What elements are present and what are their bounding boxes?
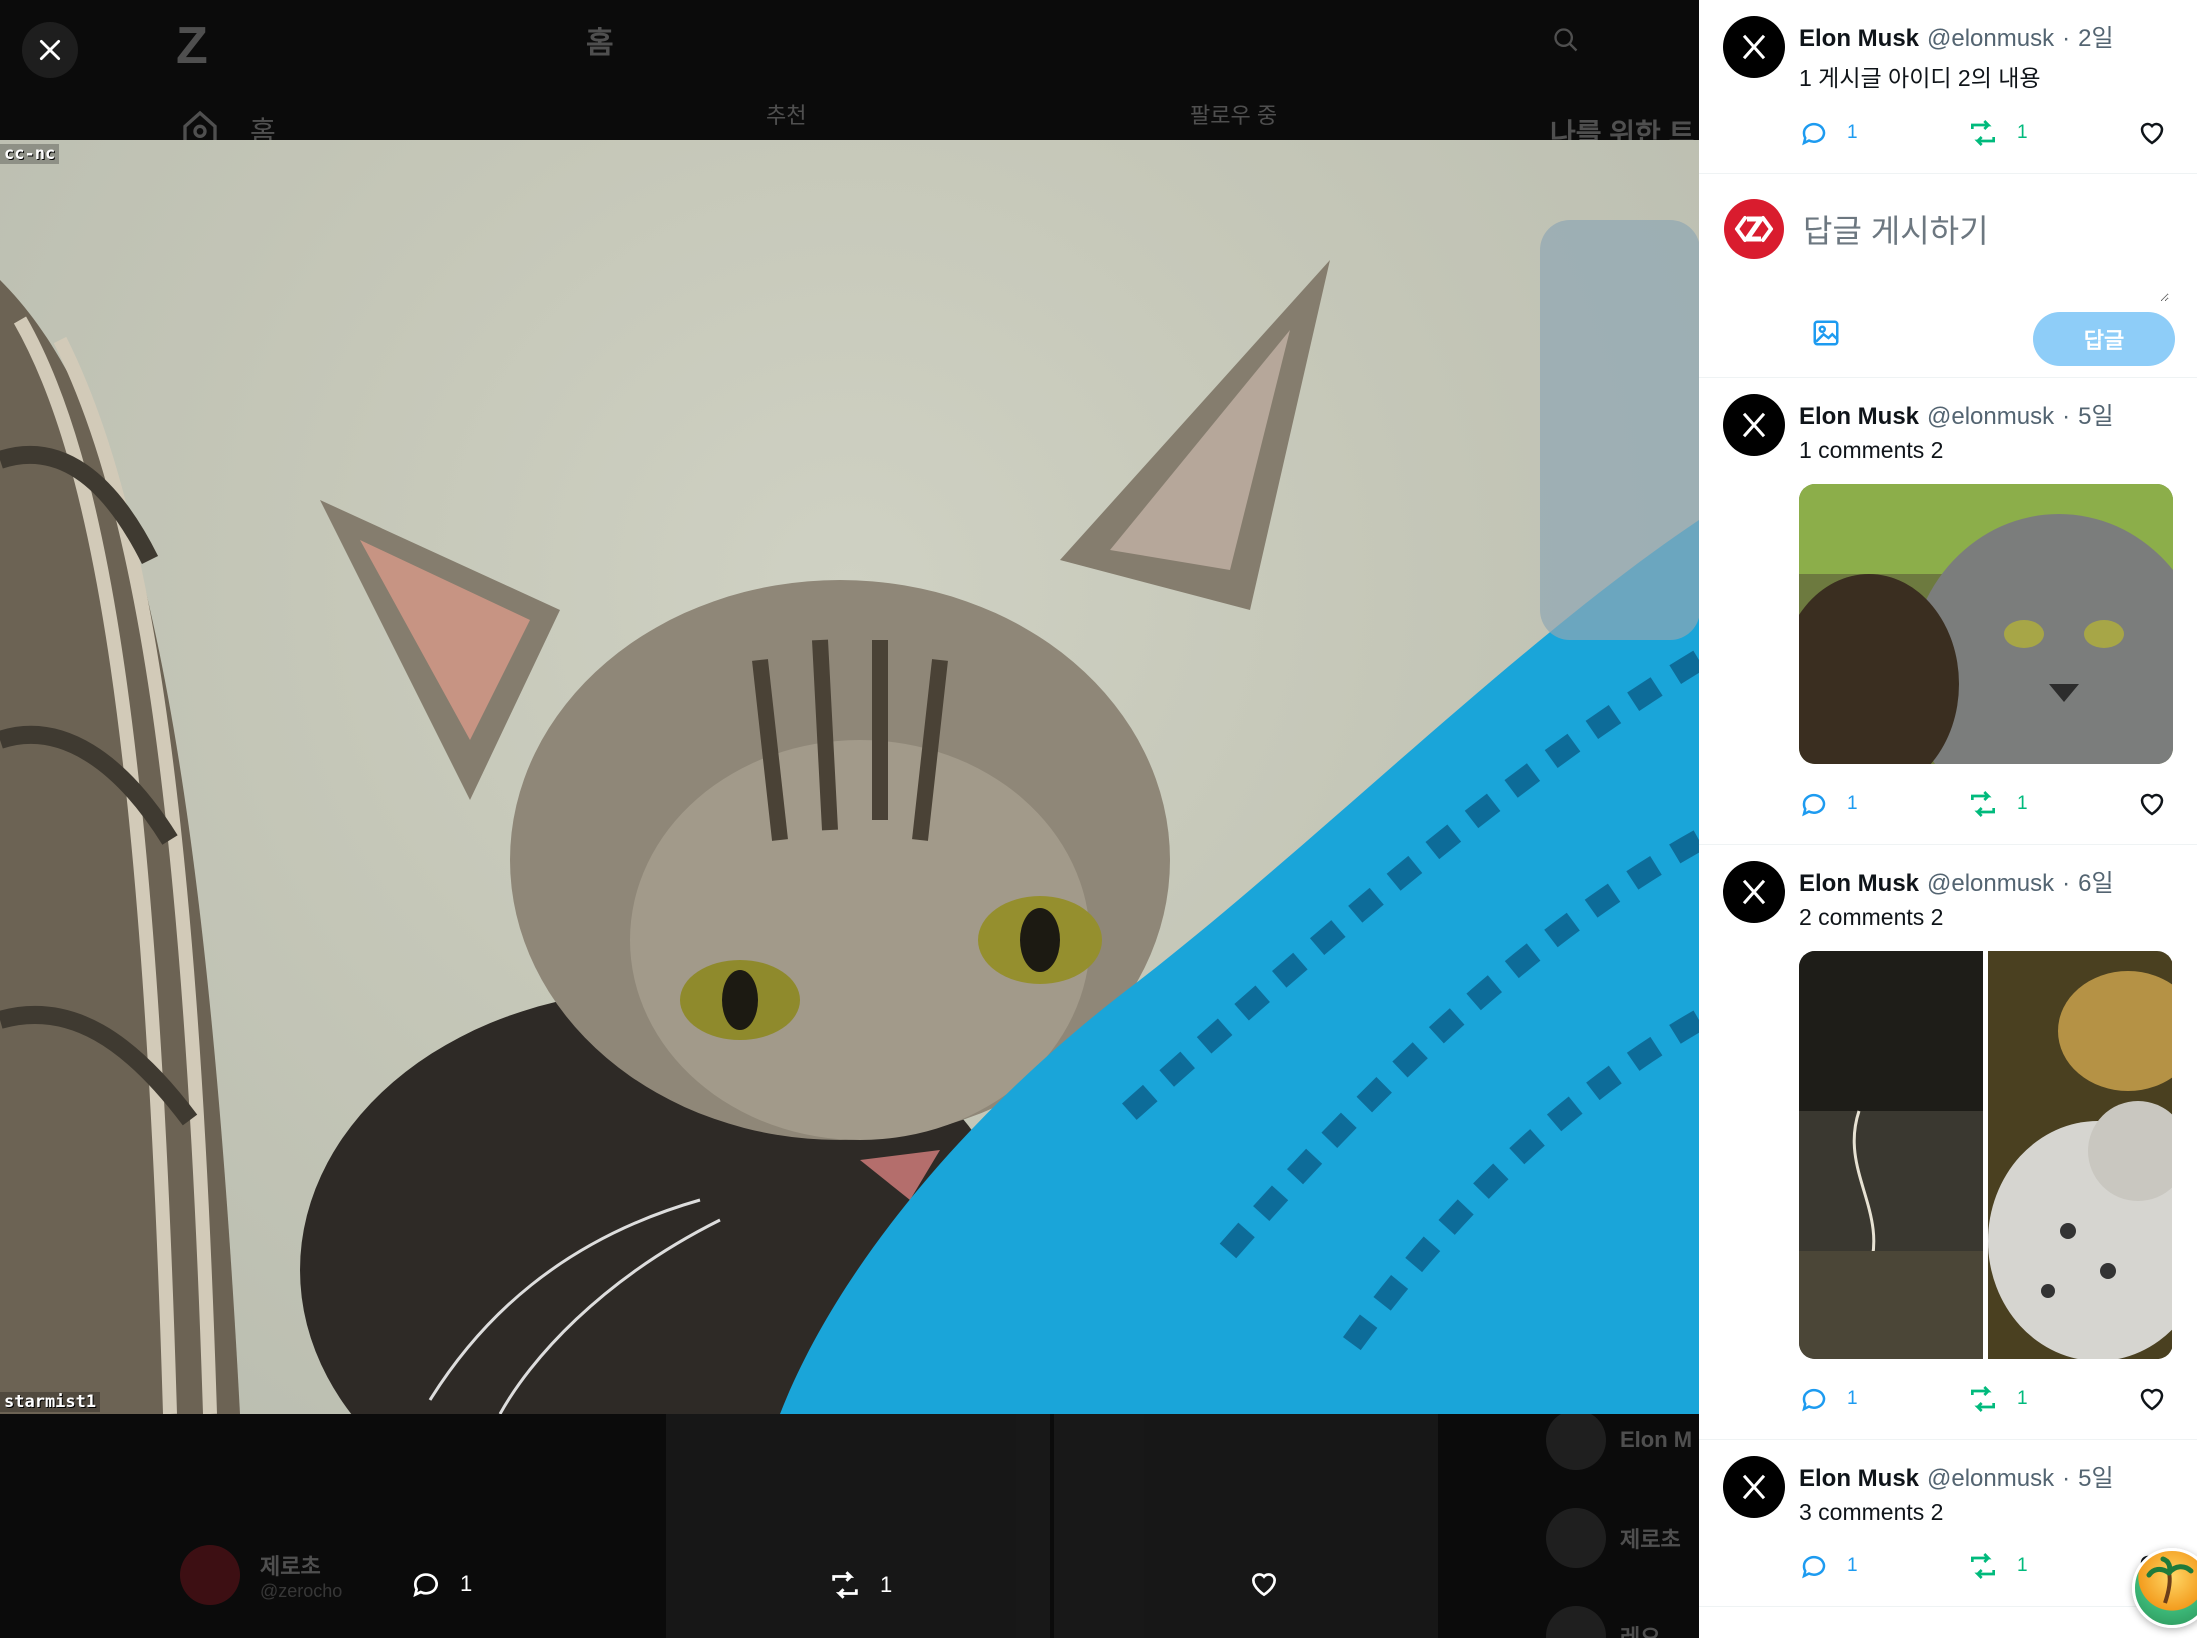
post-time[interactable]: 5일 — [2078, 1458, 2113, 1493]
comment-count: 1 — [1847, 1388, 1858, 1409]
post-time[interactable]: 6일 — [2078, 863, 2113, 898]
post-time[interactable]: 5일 — [2078, 396, 2113, 431]
post-content: 1 comments 2 — [1799, 437, 1944, 463]
repost-count: 1 — [2017, 793, 2028, 814]
x-logo-icon — [1742, 412, 1766, 438]
reply-composer: 답글 — [1699, 0, 2197, 378]
comment-icon — [1802, 1388, 1826, 1412]
like-button[interactable] — [2137, 1384, 2167, 1414]
post-detail-panel: Elon Musk @elonmusk · 2일 1 게시글 아이디 2의 내용… — [1699, 0, 2197, 1638]
author-name[interactable]: Elon Musk — [1799, 870, 1919, 898]
viewer-repost-button[interactable]: 1 — [828, 1568, 892, 1602]
heart-icon — [1251, 1573, 1277, 1597]
viewer-like-button[interactable] — [1248, 1568, 1280, 1600]
comment-count: 1 — [1847, 1555, 1858, 1576]
post-image[interactable] — [1799, 951, 1985, 1359]
author-name[interactable]: Elon Musk — [1799, 1465, 1919, 1493]
watermark-license: cc-nc — [0, 144, 60, 164]
comment-button[interactable]: 1 — [1799, 1384, 1858, 1414]
bg-side-user: Elon M — [1620, 1427, 1693, 1452]
viewer-comment-button[interactable]: 1 — [410, 1568, 472, 1600]
x-logo-icon — [1742, 879, 1766, 905]
repost-icon — [1971, 1386, 1995, 1412]
post-content: 3 comments 2 — [1799, 1499, 1944, 1525]
watermark-author: starmist1 — [0, 1392, 101, 1412]
repost-icon — [1971, 1553, 1995, 1579]
author-handle[interactable]: @elonmusk — [1927, 870, 2054, 898]
heart-icon — [2140, 793, 2164, 816]
like-button[interactable] — [2137, 789, 2167, 819]
reply-button[interactable]: 답글 — [2033, 312, 2175, 366]
comment-icon — [413, 1573, 438, 1598]
repost-icon — [832, 1571, 858, 1599]
post-content: 2 comments 2 — [1799, 904, 1944, 930]
add-image-button[interactable] — [1811, 318, 1841, 353]
separator: · — [2062, 870, 2071, 897]
avatar[interactable] — [1723, 198, 1785, 260]
heart-icon — [2140, 1388, 2164, 1411]
comment-icon — [1802, 793, 1826, 817]
post-image[interactable] — [1987, 951, 2173, 1359]
tab-following: 팔로우 중 — [1190, 103, 1278, 128]
x-logo-icon — [1742, 1474, 1766, 1500]
app-logo: Z — [176, 17, 208, 75]
island-icon — [2146, 1556, 2194, 1604]
viewer-repost-count: 1 — [880, 1572, 893, 1597]
author-handle[interactable]: @elonmusk — [1927, 403, 2054, 431]
x-logo-avatar[interactable] — [1723, 394, 1785, 456]
photo-viewer-image: cc-nc starmist1 — [0, 140, 1699, 1414]
repost-button[interactable]: 1 — [1967, 788, 2028, 820]
author-name[interactable]: Elon Musk — [1799, 403, 1919, 431]
zerocho-logo-icon — [1724, 199, 1784, 259]
author-handle[interactable]: @elonmusk — [1927, 1465, 2054, 1493]
comment-post[interactable]: Elon Musk @elonmusk · 5일 1 comments 2 1 … — [1699, 378, 2197, 845]
close-button[interactable] — [22, 22, 78, 78]
repost-icon — [1971, 791, 1995, 817]
post-image-grid — [1799, 951, 2173, 1359]
bg-side-user: 제로초 — [1620, 1527, 1681, 1552]
page-title: 홈 — [586, 27, 614, 60]
post-image[interactable] — [1799, 484, 2173, 764]
comment-button[interactable]: 1 — [1799, 1551, 1858, 1581]
comment-button[interactable]: 1 — [1799, 789, 1858, 819]
repost-count: 1 — [2017, 1388, 2028, 1409]
comment-count: 1 — [1847, 793, 1858, 814]
search-icon — [1552, 26, 1580, 59]
reply-input[interactable] — [1803, 206, 2169, 302]
comment-icon — [1802, 1555, 1826, 1579]
floating-app-button[interactable] — [2132, 1548, 2197, 1628]
separator: · — [2062, 403, 2071, 430]
image-icon — [1813, 320, 1839, 346]
x-logo-avatar[interactable] — [1723, 861, 1785, 923]
repost-button[interactable]: 1 — [1967, 1383, 2028, 1415]
tab-recommended: 추천 — [766, 103, 807, 128]
x-logo-avatar[interactable] — [1723, 1456, 1785, 1518]
repost-count: 1 — [2017, 1555, 2028, 1576]
close-icon — [39, 39, 61, 61]
viewer-comment-count: 1 — [460, 1571, 473, 1596]
comment-post[interactable]: Elon Musk @elonmusk · 6일 2 comments 2 1 … — [1699, 845, 2197, 1440]
viewer-action-bar: 1 1 — [0, 1568, 1699, 1628]
comment-post[interactable]: Elon Musk @elonmusk · 5일 3 comments 2 1 … — [1699, 1440, 2197, 1607]
repost-button[interactable]: 1 — [1967, 1550, 2028, 1582]
separator: · — [2062, 1465, 2071, 1492]
